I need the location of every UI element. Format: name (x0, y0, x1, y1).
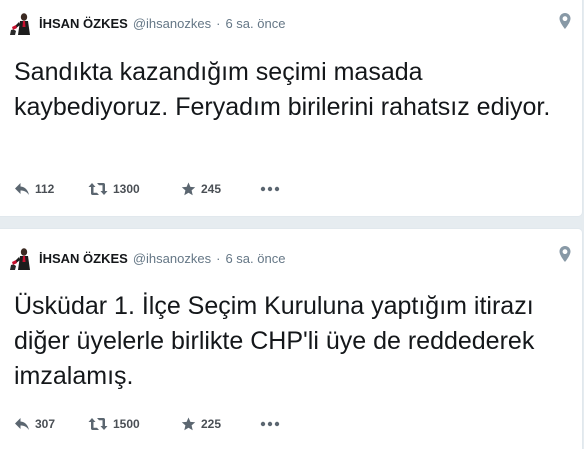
avatar-image (10, 11, 34, 35)
tweet-actions: 112 1300 245 (14, 179, 284, 199)
display-name[interactable]: İHSAN ÖZKES (39, 251, 128, 266)
reply-icon (14, 182, 30, 196)
tweet-card[interactable]: İHSAN ÖZKES @ihsanozkes · 6 sa. önce Üsk… (0, 228, 583, 449)
reply-count: 112 (35, 182, 55, 196)
timestamp[interactable]: 6 sa. önce (225, 16, 285, 31)
more-button[interactable] (260, 186, 284, 192)
reply-button[interactable]: 112 (14, 182, 88, 196)
timestamp[interactable]: 6 sa. önce (225, 251, 285, 266)
tweet-header: İHSAN ÖZKES @ihsanozkes · 6 sa. önce (10, 246, 285, 270)
more-button[interactable] (260, 421, 284, 427)
reply-icon (14, 417, 30, 431)
tweet-text: Sandıkta kazandığım seçimi masada kaybed… (14, 58, 551, 121)
screen-name[interactable]: @ihsanozkes (133, 251, 211, 266)
more-dots-icon (260, 186, 280, 192)
like-button[interactable]: 225 (181, 417, 260, 431)
retweet-icon (88, 182, 108, 196)
retweet-button[interactable]: 1500 (88, 417, 181, 431)
display-name[interactable]: İHSAN ÖZKES (39, 16, 128, 31)
reply-button[interactable]: 307 (14, 417, 88, 431)
like-star-icon (181, 182, 196, 196)
like-button[interactable]: 245 (181, 182, 260, 196)
separator-dot: · (216, 250, 221, 266)
more-dots-icon (260, 421, 280, 427)
like-count: 245 (201, 182, 222, 196)
retweet-icon (88, 417, 108, 431)
avatar-image (10, 246, 34, 270)
retweet-count: 1500 (113, 417, 140, 431)
tweet-card[interactable]: İHSAN ÖZKES @ihsanozkes · 6 sa. önce San… (0, 0, 583, 217)
like-star-icon (181, 417, 196, 431)
location-pin-icon[interactable] (558, 245, 572, 263)
like-count: 225 (201, 417, 222, 431)
reply-count: 307 (35, 417, 56, 431)
tweet-header: İHSAN ÖZKES @ihsanozkes · 6 sa. önce (10, 11, 285, 35)
retweet-count: 1300 (113, 182, 140, 196)
location-pin-icon[interactable] (558, 12, 572, 30)
tweet-actions: 307 1500 225 (14, 414, 284, 434)
separator-dot: · (216, 15, 221, 31)
avatar[interactable] (10, 11, 34, 35)
avatar[interactable] (10, 246, 34, 270)
tweet-text: Üsküdar 1. İlçe Seçim Kuruluna yaptığım … (14, 292, 535, 390)
screen-name[interactable]: @ihsanozkes (133, 16, 211, 31)
retweet-button[interactable]: 1300 (88, 182, 181, 196)
